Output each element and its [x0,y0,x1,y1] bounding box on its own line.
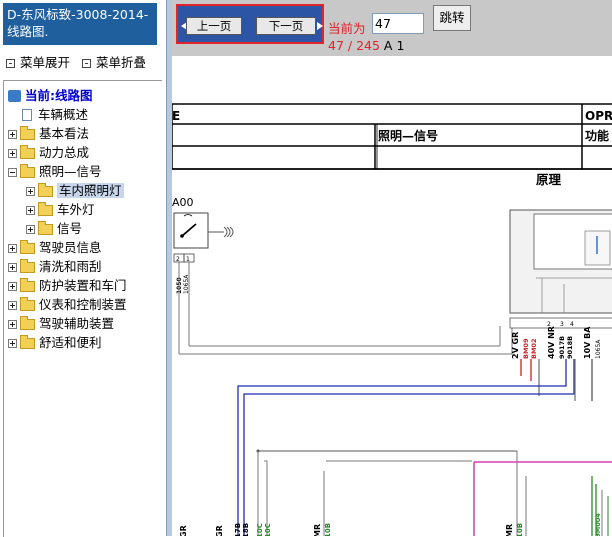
collapse-icon[interactable] [8,168,17,177]
document-icon [22,109,32,121]
folder-icon [20,129,35,140]
folder-icon [20,262,35,273]
bottom-label-em004: ЭМ004 [594,513,602,536]
next-page-button[interactable]: 下一页 [256,17,316,35]
connector-label-2v-gr: 2V GR [511,332,520,359]
folder-icon [20,148,35,159]
tree-item-lighting-signal[interactable]: 照明—信号 [8,163,102,181]
expand-icon[interactable] [8,339,17,348]
connector-label-9018b: 9018B [566,336,574,359]
connector-label-9017b: 9017B [558,336,566,359]
header-cell-opr: OPR [585,109,612,123]
header-cell-function: 功能 [585,128,609,143]
computer-icon [8,90,21,102]
connector-wiring [238,359,592,536]
connector-label-40v-nr: 40V NR [547,326,556,359]
switch-pin-1: 1 [186,256,190,263]
expand-icon[interactable] [26,206,35,215]
tree-item-driver-info[interactable]: 驾驶员信息 [8,239,102,257]
tree-item-wash-wipe[interactable]: 清洗和雨刮 [8,258,102,276]
tree-item-basics[interactable]: 基本看法 [8,125,89,143]
tree-item-instruments[interactable]: 仪表和控制装置 [8,296,127,314]
tree-item-vehicle-overview[interactable]: 车辆概述 [22,106,88,124]
lower-wiring [257,450,612,537]
tree-item-interior-lights[interactable]: 车内照明灯 [26,182,124,200]
header-cell-e: E [172,109,180,123]
arrow-right-icon [317,22,323,30]
bottom-label-10c-2: 10C [264,523,272,536]
principle-heading: 原理 [536,172,562,187]
wiring-diagram[interactable]: E OPR 照明—信号 功能 原理 A00 2 1 1050 1065A [172,56,612,536]
expand-icon[interactable] [26,187,35,196]
bottom-label-18b: 18B [242,523,250,536]
switch-pin-2: 2 [176,256,180,263]
prev-page-button[interactable]: 上一页 [186,17,242,35]
bottom-label-10b-2: 10B [516,523,524,536]
tree-item-signals[interactable]: 信号 [26,220,82,238]
tree-item-driving-assist[interactable]: 驾驶辅助装置 [8,315,114,333]
tree-item-current[interactable]: 当前:线路图 [8,87,93,105]
connector-label-bm09: BM09 [522,338,530,359]
bottom-label-gr-2: GR [215,525,224,536]
page-buttons-frame: 上一页 下一页 [176,4,324,44]
expand-icon[interactable] [8,282,17,291]
folder-icon [38,205,53,216]
header-cell-lighting: 照明—信号 [378,128,438,143]
jump-button[interactable]: 跳转 [433,5,471,31]
expand-icon[interactable] [8,263,17,272]
tree-item-powertrain[interactable]: 动力总成 [8,144,89,162]
pin-label-3: 3 [560,321,564,328]
left-panel: D-东风标致-3008-2014- 线路图. 菜单展开 菜单折叠 当前:线路图 … [0,0,166,536]
bottom-label-10c-1: 10C [256,523,264,536]
tree-item-protection-doors[interactable]: 防护装置和车门 [8,277,127,295]
wiring-diagram-canvas: E OPR 照明—信号 功能 原理 A00 2 1 1050 1065A [172,56,612,536]
expand-icon[interactable] [26,225,35,234]
connector-label-bm02: BM02 [530,339,538,359]
bottom-label-17b: 17B [234,523,242,536]
bottom-label-10b-1: 10B [324,523,332,536]
folder-icon [20,243,35,254]
expand-icon[interactable] [8,149,17,158]
expand-icon[interactable] [8,301,17,310]
bottom-label-gr-1: GR [179,525,188,536]
navigation-tree: 当前:线路图 车辆概述 基本看法 动力总成 照明—信号 车内照明灯 车外灯 信号… [3,80,162,537]
switch-component [174,213,233,262]
collapse-box-icon [82,59,91,68]
tree-item-exterior-lights[interactable]: 车外灯 [26,201,95,219]
expand-icon[interactable] [8,130,17,139]
page-count: 47 / 245 A 1 [328,38,404,53]
gray-wiring [179,262,512,354]
folder-icon [38,224,53,235]
collapse-box-icon [6,59,15,68]
current-page-label: 当前为 [328,18,366,37]
document-title: D-东风标致-3008-2014- 线路图. [3,3,157,45]
connector-label-10v-ba: 10V BA [583,326,592,359]
menu-expand-button[interactable]: 菜单展开 [6,52,70,71]
expand-icon[interactable] [8,244,17,253]
menu-collapse-button[interactable]: 菜单折叠 [82,52,146,71]
folder-icon [20,281,35,292]
connector-label-1065a: 1065A [595,339,602,359]
expand-icon[interactable] [8,320,17,329]
folder-icon [20,300,35,311]
folder-icon [38,186,53,197]
menu-controls: 菜单展开 菜单折叠 [6,52,154,71]
page-navigation-bar: 上一页 下一页 当前为 跳转 47 / 245 A 1 [172,0,612,56]
folder-icon [20,319,35,330]
pin-label-4: 4 [570,321,574,328]
bottom-label-mr-2: MR [505,524,514,536]
page-number-input[interactable] [372,13,424,34]
control-module [510,210,612,328]
folder-open-icon [20,167,35,178]
bottom-label-mr-1: MR [313,524,322,536]
folder-icon [20,338,35,349]
component-label: A00 [172,196,194,209]
tree-item-comfort[interactable]: 舒适和便利 [8,334,102,352]
